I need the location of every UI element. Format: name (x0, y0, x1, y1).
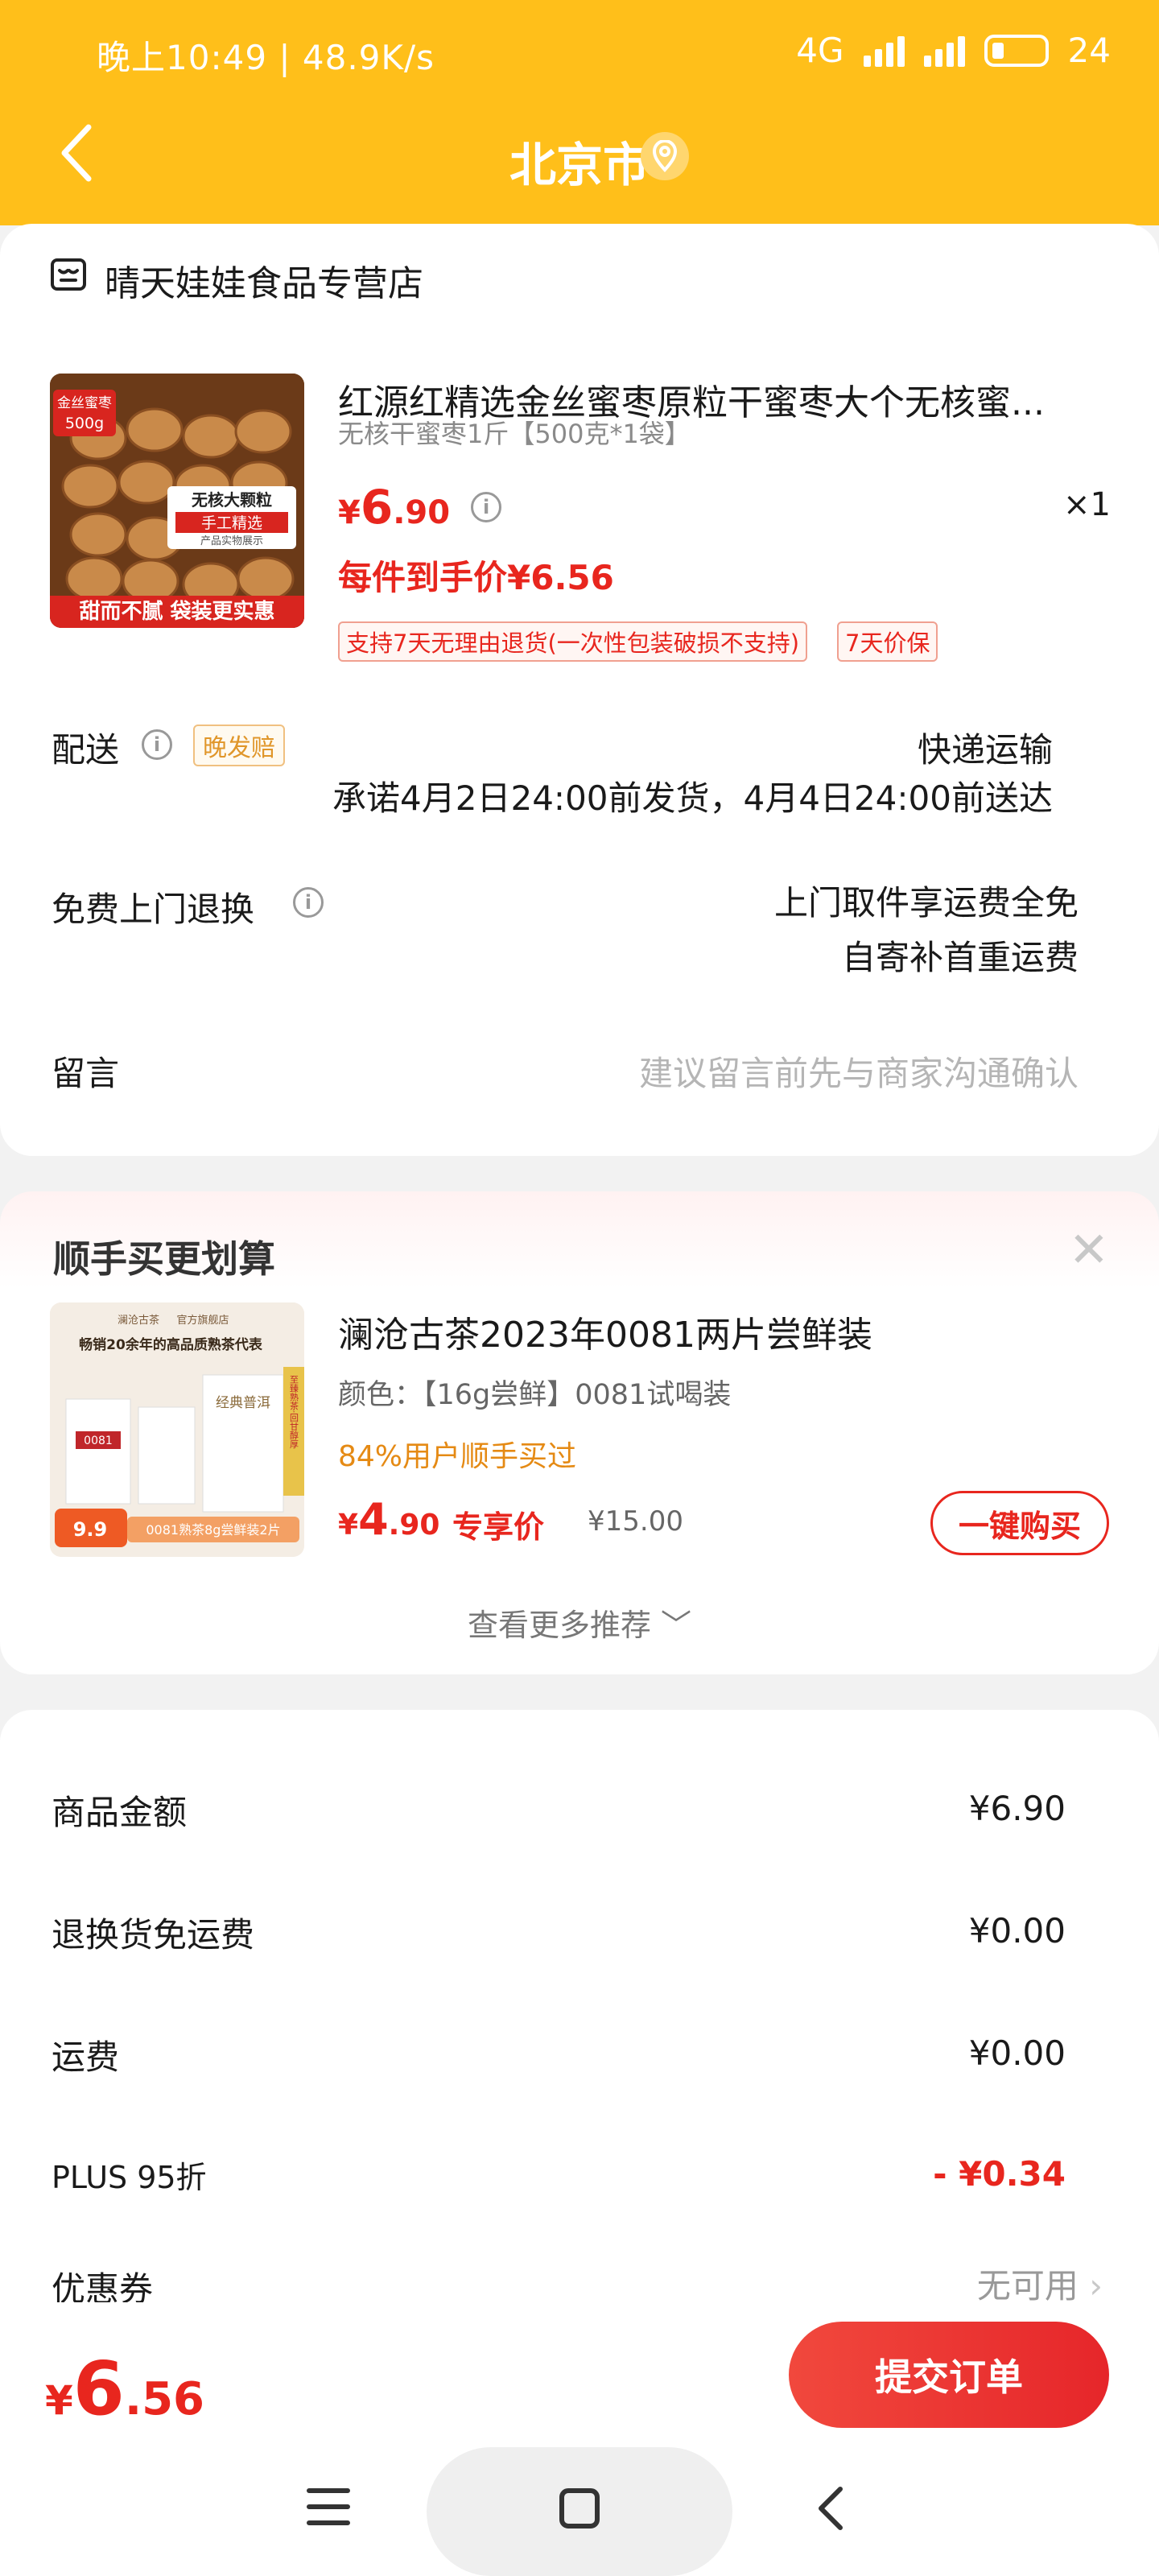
rec-image-store: 官方旗舰店 (176, 1314, 229, 1327)
product-image[interactable]: 金丝蜜枣 500g 无核大颗粒 手工精选 产品实物展示 甜而不腻 袋装更实惠 (50, 374, 304, 628)
image-bottom-text: 甜而不腻 袋装更实惠 (79, 599, 274, 624)
message-input[interactable]: 建议留言前先与商家沟通确认 (639, 1046, 1079, 1096)
image-sticker-2: 手工精选 (201, 514, 262, 532)
rec-image-code: 0081 (84, 1435, 113, 1447)
order-card: 晴天娃娃食品专营店 金丝蜜枣 500g 无核大颗粒 手工精选 产品实物展示 甜而… (0, 224, 1159, 1156)
summary-label-shipping: 运费 (52, 2037, 120, 2077)
summary-value-shipping: ¥0.00 (968, 2033, 1066, 2073)
battery-level: 24 (1067, 31, 1111, 70)
recommend-card: 顺手买更划算 ✕ 澜沧古茶 官方旗舰店 畅销20余年的高品质熟茶代表 0081 … (0, 1191, 1159, 1674)
network-type: 4G (796, 31, 844, 70)
store-name[interactable]: 晴天娃娃食品专营店 (105, 254, 423, 306)
rec-image-price: 9.9 (73, 1518, 108, 1541)
location-icon[interactable] (641, 132, 689, 180)
status-bar: 晚上10:49 | 48.9K/s 4G 24 (0, 24, 1159, 80)
status-time: 晚上10:49 | 48.9K/s (97, 38, 435, 77)
more-recommend-label: 查看更多推荐 (467, 1608, 651, 1643)
rec-price-symbol: ¥ (338, 1509, 359, 1542)
rec-image-head: 畅销20余年的高品质熟茶代表 (79, 1336, 263, 1353)
bottom-bar: ¥6.56 提交订单 (0, 2302, 1159, 2576)
store-icon (51, 258, 86, 291)
summary-value-goods: ¥6.90 (968, 1789, 1066, 1828)
total-price: ¥6.56 (45, 2346, 204, 2432)
coupon-selector[interactable]: 无可用 › (977, 2259, 1103, 2308)
recommend-color: 颜色：【16g尝鲜】0081试喝装 (338, 1379, 732, 1411)
status-indicators: 4G 24 (796, 31, 1111, 70)
return-policy-tag: 支持7天无理由退货(一次性包装破损不支持) (338, 621, 808, 662)
price-symbol: ¥ (338, 494, 361, 531)
recommend-name[interactable]: 澜沧古茶2023年0081两片尝鲜装 (338, 1306, 872, 1357)
menu-icon[interactable] (306, 2486, 351, 2528)
home-icon[interactable] (557, 2486, 602, 2531)
product-price: ¥6.90 i (338, 480, 502, 535)
summary-value-coupon: 无可用 (976, 2266, 1079, 2306)
summary-value-return-fee: ¥0.00 (968, 1911, 1066, 1951)
price-protect-tag: 7天价保 (837, 621, 938, 662)
message-label: 留言 (52, 1054, 120, 1093)
delivery-info-icon[interactable]: i (142, 729, 172, 760)
rec-image-side: 至臻熟茶·回甘醇厚 (289, 1375, 299, 1449)
image-sticker-1: 无核大颗粒 (192, 490, 272, 510)
recommend-title: 顺手买更划算 (53, 1237, 275, 1281)
more-recommend-link[interactable]: 查看更多推荐 ﹀ (0, 1600, 1159, 1645)
recommend-bought: 84%用户顺手买过 (338, 1440, 577, 1473)
rec-image-brand: 澜沧古茶 (118, 1314, 159, 1327)
total-dec: .56 (124, 2373, 205, 2425)
system-back-icon[interactable] (815, 2484, 847, 2533)
delivery-method[interactable]: 快递运输 (918, 723, 1053, 772)
delivery-label: 配送 (52, 730, 120, 770)
recommend-exclusive: 专享价 (452, 1509, 545, 1545)
summary-label-return-fee: 退换货免运费 (52, 1915, 255, 1955)
submit-order-button[interactable]: 提交订单 (789, 2322, 1109, 2428)
product-quantity: ×1 (1063, 486, 1111, 523)
total-int: 6 (72, 2346, 125, 2432)
summary-card: 商品金额 ¥6.90 退换货免运费 ¥0.00 运费 ¥0.00 PLUS 95… (0, 1710, 1159, 2322)
return-service-label: 免费上门退换 (52, 890, 255, 929)
chevron-down-icon: ﹀ (661, 1608, 692, 1643)
late-compensation-tag: 晚发赔 (193, 724, 285, 766)
summary-label-goods: 商品金额 (52, 1793, 188, 1832)
price-info-icon[interactable]: i (471, 492, 502, 522)
return-pickup-text: 上门取件享运费全免 (773, 883, 1079, 923)
rec-image-mid: 经典普洱 (216, 1395, 270, 1411)
product-spec[interactable]: 无核干蜜枣1斤【500克*1袋】 (338, 414, 691, 451)
recommend-original-price: ¥15.00 (588, 1505, 683, 1538)
price-int: 6 (360, 480, 394, 535)
total-symbol: ¥ (45, 2377, 73, 2424)
header: 晚上10:49 | 48.9K/s 4G 24 北京市 (0, 0, 1159, 225)
battery-icon (984, 34, 1049, 67)
summary-value-plus: - ¥0.34 (933, 2154, 1066, 2194)
rec-image-foot: 0081熟茶8g尝鲜装2片 (146, 1522, 280, 1538)
price-dec: .90 (393, 494, 451, 531)
delivery-promise: 承诺4月2日24:00前发货，4月4日24:00前送达 (332, 778, 1053, 818)
image-badge-1: 金丝蜜枣 (57, 395, 112, 411)
close-icon[interactable]: ✕ (1069, 1222, 1109, 1278)
unit-price: 每件到手价¥6.56 (338, 558, 614, 597)
summary-label-plus: PLUS 95折 (52, 2160, 207, 2195)
rec-price-dec: .90 (388, 1509, 440, 1542)
recommend-price: ¥4.90 (338, 1494, 439, 1545)
signal-icon (863, 35, 905, 67)
signal-icon-2 (923, 35, 965, 67)
one-click-buy-button[interactable]: 一键购买 (930, 1491, 1109, 1555)
recommend-image[interactable]: 澜沧古茶 官方旗舰店 畅销20余年的高品质熟茶代表 0081 经典普洱 至臻熟茶… (50, 1302, 304, 1557)
chevron-right-icon: › (1089, 2266, 1103, 2306)
rec-price-int: 4 (358, 1494, 389, 1545)
image-badge-2: 500g (65, 415, 104, 432)
return-info-icon[interactable]: i (293, 887, 324, 918)
return-self-send-text: 自寄补首重运费 (841, 938, 1079, 977)
image-sticker-3: 产品实物展示 (200, 535, 263, 547)
page-title[interactable]: 北京市 (0, 127, 1159, 195)
